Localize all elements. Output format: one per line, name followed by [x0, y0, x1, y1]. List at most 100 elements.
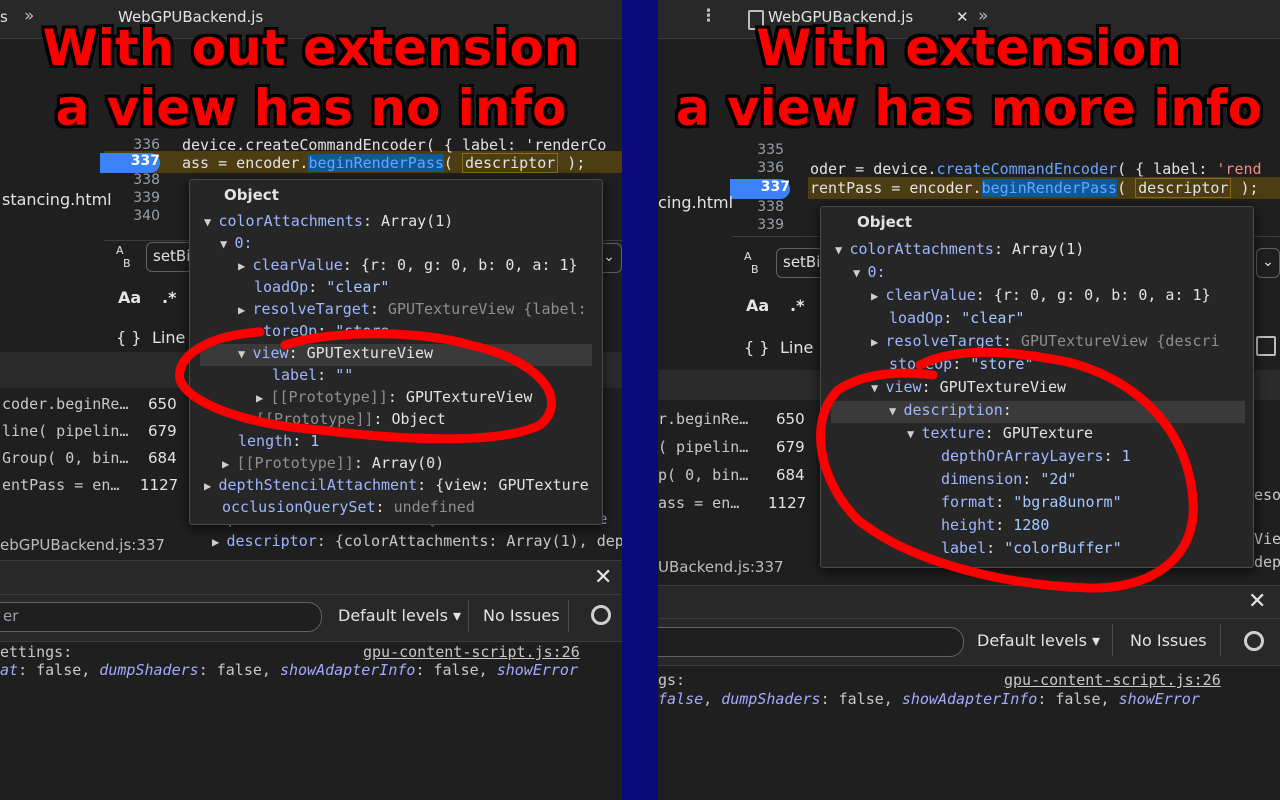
- line-number[interactable]: 336: [100, 137, 160, 153]
- call-frame[interactable]: r.beginRe…: [658, 410, 748, 428]
- braces-icon[interactable]: { }: [744, 338, 769, 357]
- close-icon[interactable]: ✕: [594, 565, 612, 590]
- tree-row[interactable]: storeOp: "store": [889, 355, 1034, 373]
- object-preview-popover: Object ▼ colorAttachments: Array(1) ▼ 0:…: [820, 206, 1254, 568]
- scope-descriptor-row[interactable]: ▶ descriptor: {colorAttachments: Array(1…: [212, 532, 622, 550]
- tree-row[interactable]: occlusionQuerySet: undefined: [222, 498, 475, 516]
- tree-row[interactable]: length: 1: [238, 432, 319, 450]
- tree-row[interactable]: loadOp: "clear": [254, 278, 389, 296]
- braces-icon[interactable]: { }: [116, 328, 141, 347]
- drawer-header: [0, 560, 622, 597]
- caption-line-2: a view has no info: [55, 79, 567, 137]
- line-number-active[interactable]: 337: [730, 179, 790, 199]
- tree-row[interactable]: ▼ 0:: [853, 263, 886, 281]
- paused-location[interactable]: ebGPUBackend.js:337: [0, 536, 165, 554]
- call-frame[interactable]: p( 0, bin…: [658, 466, 748, 484]
- call-frame[interactable]: entPass = en…: [2, 476, 119, 494]
- tree-row[interactable]: loadOp: "clear": [889, 309, 1024, 327]
- tree-row[interactable]: label: "colorBuffer": [941, 539, 1122, 557]
- tree-row[interactable]: ▶ [[Prototype]]: GPUTextureView: [256, 388, 532, 406]
- log-title: gs:: [658, 671, 686, 689]
- tree-row[interactable]: ▶ resolveTarget: GPUTextureView {label:: [238, 300, 587, 318]
- case-sensitive-icon[interactable]: A B: [116, 244, 131, 270]
- file-tree-item[interactable]: cing.html: [658, 193, 733, 212]
- tree-row[interactable]: depthOrArrayLayers: 1: [941, 447, 1131, 465]
- log-source-link[interactable]: gpu-content-script.js:26: [363, 643, 580, 661]
- call-frame-line: 650: [776, 410, 805, 428]
- tree-row[interactable]: ▶ resolveTarget: GPUTextureView {descri: [871, 332, 1220, 350]
- log-body: at: false, dumpShaders: false, showAdapt…: [0, 661, 578, 679]
- call-frame-line: 684: [148, 449, 177, 467]
- default-levels-dropdown[interactable]: Default levels ▾: [338, 606, 461, 625]
- console-filter-input[interactable]: [658, 627, 964, 657]
- gear-icon[interactable]: [591, 605, 611, 625]
- tree-row[interactable]: ▶ depthStencilAttachment: {view: GPUText…: [204, 476, 589, 494]
- log-title: ettings:: [0, 643, 73, 661]
- tree-row-description[interactable]: ▼ description:: [889, 401, 1012, 419]
- divider-bar: [622, 0, 658, 800]
- dropdown-chevron-icon[interactable]: ⌄: [1256, 248, 1280, 278]
- line-number[interactable]: 335: [724, 142, 784, 158]
- toolbar-divider: [568, 600, 569, 632]
- line-number[interactable]: 336: [724, 160, 784, 176]
- format-icon[interactable]: [1256, 336, 1276, 356]
- drawer-header: [658, 585, 1280, 620]
- call-frame[interactable]: ass = en…: [658, 494, 739, 512]
- line-number[interactable]: 338: [100, 172, 160, 188]
- tree-row[interactable]: ▼ 0:: [220, 234, 253, 252]
- line-number-active[interactable]: 337: [100, 153, 160, 173]
- call-frame[interactable]: line( pipelin…: [2, 422, 128, 440]
- case-sensitive-icon[interactable]: A B: [744, 250, 759, 276]
- tree-row[interactable]: label: "": [272, 366, 353, 384]
- call-frame-line: 1127: [768, 494, 807, 512]
- object-preview-popover: Object ▼ colorAttachments: Array(1) ▼ 0:…: [189, 179, 603, 525]
- console-filter-input[interactable]: er: [0, 602, 322, 632]
- line-number[interactable]: 340: [100, 208, 160, 224]
- tree-row-view[interactable]: ▼ view: GPUTextureView: [871, 378, 1066, 396]
- match-case-button[interactable]: Aa: [746, 296, 769, 315]
- log-source-link[interactable]: gpu-content-script.js:26: [1004, 671, 1221, 689]
- line-number[interactable]: 339: [724, 217, 784, 233]
- scope-fragment: dep: [1254, 553, 1280, 571]
- scope-fragment: eso: [1254, 486, 1280, 504]
- tree-row-texture[interactable]: ▼ texture: GPUTexture: [907, 424, 1093, 442]
- code-line-336: device.createCommandEncoder( { label: 'r…: [182, 136, 607, 154]
- default-levels-dropdown[interactable]: Default levels ▾: [977, 631, 1100, 650]
- caption-line-1: With extension: [756, 19, 1182, 77]
- tree-row[interactable]: format: "bgra8unorm": [941, 493, 1122, 511]
- tree-row[interactable]: ▼ colorAttachments: Array(1): [204, 212, 453, 230]
- code-line-336: oder = device.createCommandEncoder( { la…: [810, 160, 1262, 178]
- file-tree-item[interactable]: stancing.html: [2, 190, 112, 209]
- tree-row[interactable]: height: 1280: [941, 516, 1049, 534]
- call-frame[interactable]: ( pipelin…: [658, 438, 748, 456]
- tree-row[interactable]: ▶ clearValue: {r: 0, g: 0, b: 0, a: 1}: [238, 256, 578, 274]
- caption-line-1: With out extension: [42, 19, 580, 77]
- tree-row[interactable]: ▶ [[Prototype]]: Array(0): [222, 454, 444, 472]
- call-frame[interactable]: coder.beginRe…: [2, 395, 128, 413]
- regex-button[interactable]: .*: [790, 296, 804, 315]
- call-frame-line: 679: [776, 438, 805, 456]
- tree-row[interactable]: storeOp: "store: [254, 322, 389, 340]
- toolbar-divider: [468, 600, 469, 632]
- paused-location[interactable]: UBackend.js:337: [658, 558, 784, 576]
- toolbar-divider: [1112, 624, 1113, 656]
- tree-row-view[interactable]: ▼ view: GPUTextureView: [238, 344, 433, 362]
- tree-row[interactable]: ▼ colorAttachments: Array(1): [835, 240, 1084, 258]
- scope-fragment: Vie: [1254, 530, 1280, 548]
- issues-counter[interactable]: No Issues: [483, 606, 560, 625]
- call-frame[interactable]: Group( 0, bin…: [2, 449, 128, 467]
- tree-row[interactable]: dimension: "2d": [941, 470, 1076, 488]
- code-line-337: rentPass = encoder.beginRenderPass( desc…: [810, 178, 1259, 198]
- right-devtools-panel: ⋮ WebGPUBackend.js ✕ » 335 336 337 338 3…: [658, 0, 1280, 800]
- close-icon[interactable]: ✕: [1248, 589, 1266, 614]
- issues-counter[interactable]: No Issues: [1130, 631, 1207, 650]
- call-frame-line: 684: [776, 466, 805, 484]
- tree-row[interactable]: [[Prototype]]: Object: [256, 410, 446, 428]
- regex-button[interactable]: .*: [162, 288, 176, 307]
- match-case-button[interactable]: Aa: [118, 288, 141, 307]
- tree-row[interactable]: ▶ clearValue: {r: 0, g: 0, b: 0, a: 1}: [871, 286, 1211, 304]
- toolbar-divider: [1220, 624, 1221, 656]
- gear-icon[interactable]: [1244, 631, 1264, 651]
- line-label: Line: [152, 328, 186, 347]
- left-devtools-panel: s » WebGPUBackend.js 336 337 338 339 340…: [0, 0, 622, 800]
